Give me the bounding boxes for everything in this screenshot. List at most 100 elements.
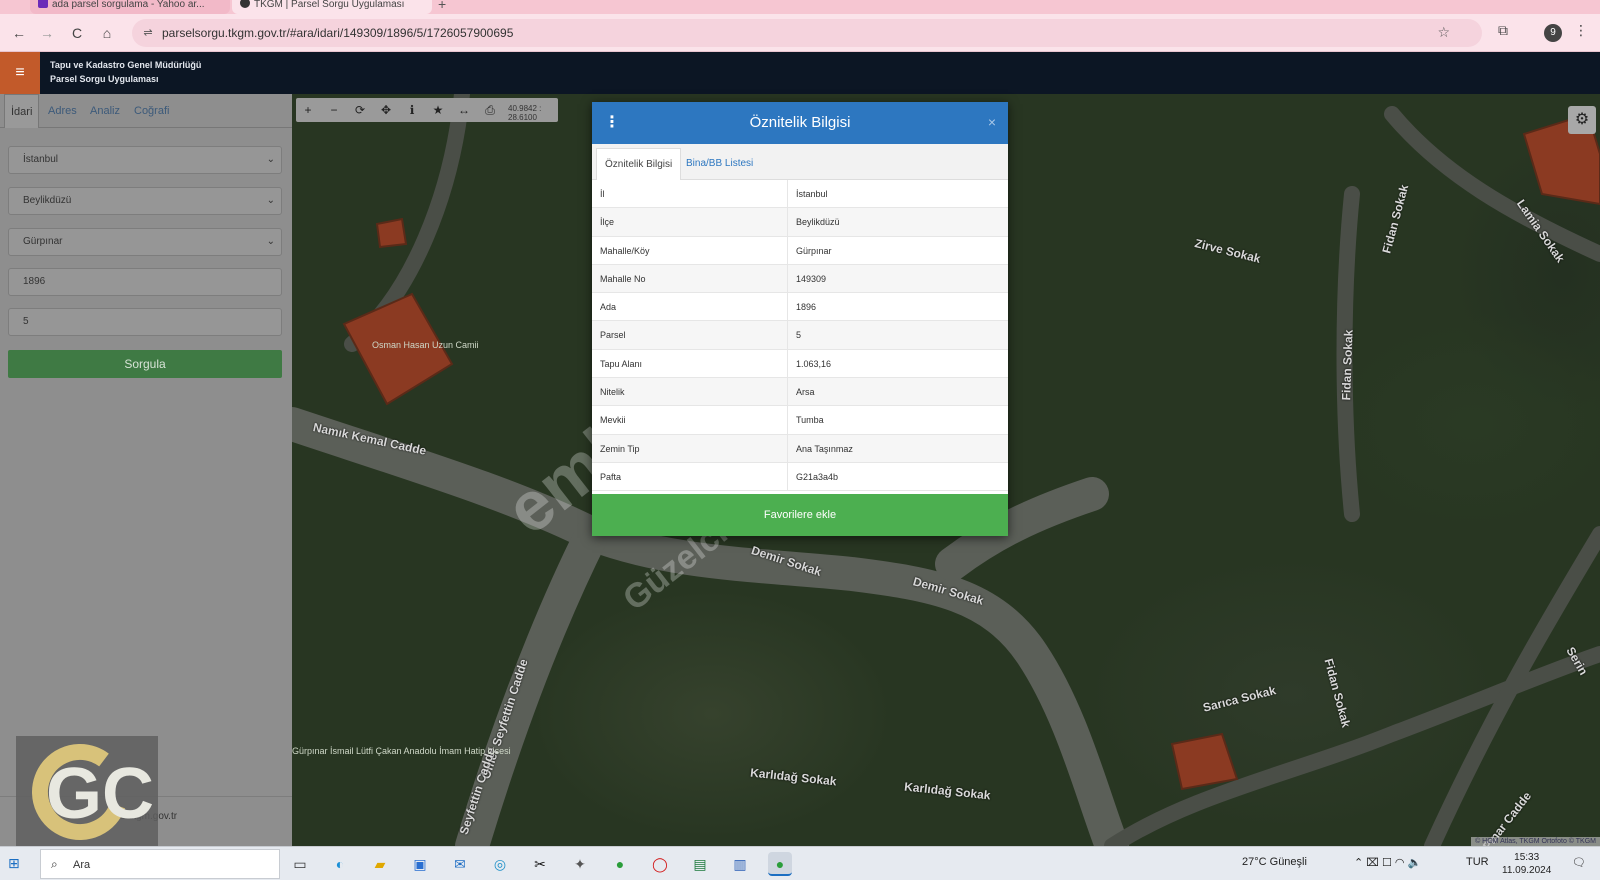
attr-value: 5	[796, 330, 802, 341]
locate-icon[interactable]: ✥	[374, 98, 398, 122]
close-icon[interactable]: ×	[988, 114, 996, 130]
attr-value: 1.063,16	[796, 358, 832, 369]
file-explorer-icon[interactable]: ▰	[368, 852, 392, 876]
refresh-icon[interactable]: ⟳	[348, 98, 372, 122]
measure-icon[interactable]: ↔	[452, 98, 476, 122]
tab-idari[interactable]: İdari	[4, 94, 40, 128]
ada-input[interactable]: 1896	[8, 268, 282, 296]
zoom-in-button[interactable]: +	[296, 98, 320, 122]
query-sidebar: İdari Adres Analiz Coğrafi İstanbul ⌄ Be…	[0, 94, 292, 846]
modal-title: Öznitelik Bilgisi	[749, 114, 851, 131]
browser-tab-tkgm[interactable]: TKGM | Parsel Sorgu Uygulaması	[232, 0, 432, 14]
word-icon[interactable]: ▥	[728, 852, 752, 876]
attr-value: Beylikdüzü	[796, 217, 840, 228]
edge-icon[interactable]: ◐	[328, 852, 352, 876]
weather-widget[interactable]: 27°C Güneşli	[1242, 856, 1307, 868]
sorgula-button[interactable]: Sorgula	[8, 350, 282, 378]
chrome-icon[interactable]: ●	[608, 852, 632, 876]
attr-value: 149309	[796, 273, 827, 284]
browser-tab-search[interactable]: ada parsel sorgulama - Yahoo ar...	[30, 0, 230, 14]
map-attribution: © HGM Atlas, TKGM Ortofoto © TKGM	[1471, 837, 1600, 846]
system-tray-icons[interactable]: ⌃ ⌧ ☐ ◠ 🔈	[1354, 856, 1421, 869]
ilce-select[interactable]: Beylikdüzü ⌄	[8, 187, 282, 215]
gc-logo: GC	[16, 736, 158, 860]
app-icon[interactable]: ✦	[568, 852, 592, 876]
attr-key: Tapu Alanı	[592, 349, 788, 378]
url-text[interactable]: parselsorgu.tkgm.gov.tr/#ara/idari/14930…	[162, 26, 513, 40]
chrome-active-icon[interactable]: ●	[768, 852, 792, 876]
attr-value: Tumba	[796, 415, 824, 426]
reload-button[interactable]: C	[66, 22, 88, 44]
gear-icon[interactable]: ⚙	[1568, 106, 1596, 134]
profile-avatar[interactable]: 9	[1544, 24, 1562, 42]
map-toolbar: + − ⟳ ✥ ℹ ★ ↔ ⎙ 40.9842 : 28.6100	[296, 98, 558, 122]
notifications-icon[interactable]: 🗨	[1572, 856, 1586, 869]
attr-value: Gürpınar	[796, 245, 832, 256]
new-tab-button[interactable]: +	[438, 0, 446, 12]
search-placeholder: Ara	[73, 859, 91, 871]
table-row: İl İstanbul	[592, 180, 1008, 209]
table-row: Mevkii Tumba	[592, 406, 1008, 435]
tab-oznitelik-bilgisi[interactable]: Öznitelik Bilgisi	[596, 148, 682, 180]
back-button[interactable]: ←	[8, 22, 30, 44]
add-to-favorites-button[interactable]: Favorilere ekle	[592, 494, 1008, 536]
browser-tab-label: TKGM | Parsel Sorgu Uygulaması	[254, 0, 405, 10]
mahalle-select-value: Gürpınar	[23, 236, 63, 247]
app-header: ≡ Tapu ve Kadastro Genel Müdürlüğü Parse…	[0, 52, 1600, 94]
windows-start-icon[interactable]: ⊞	[8, 855, 20, 872]
il-select[interactable]: İstanbul ⌄	[8, 146, 282, 174]
chevron-down-icon: ⌄	[266, 154, 275, 165]
excel-icon[interactable]: ▤	[688, 852, 712, 876]
attribute-info-modal: ⋮ Öznitelik Bilgisi × Öznitelik Bilgisi …	[592, 102, 1008, 536]
modal-tabs: Öznitelik Bilgisi Bina/BB Listesi	[592, 144, 1008, 180]
task-view-icon[interactable]: ▭	[288, 852, 312, 876]
extensions-icon[interactable]: ⧉	[1498, 22, 1508, 39]
input-language[interactable]: TUR	[1466, 856, 1489, 868]
tab-analiz[interactable]: Analiz	[84, 94, 126, 128]
print-icon[interactable]: ⎙	[478, 98, 502, 122]
search-icon: ⌕	[51, 857, 58, 871]
favorites-star-icon[interactable]: ★	[426, 98, 450, 122]
system-clock[interactable]: 15:33 11.09.2024	[1502, 851, 1551, 877]
mahalle-select[interactable]: Gürpınar ⌄	[8, 228, 282, 256]
tab-adres[interactable]: Adres	[42, 94, 83, 128]
attr-key: Parsel	[592, 321, 788, 349]
taskbar-search-input[interactable]: ⌕ Ara	[40, 849, 280, 879]
table-row: Tapu Alanı 1.063,16	[592, 349, 1008, 379]
tab-bina-bb-listesi[interactable]: Bina/BB Listesi	[678, 148, 761, 180]
mail-icon[interactable]: ✉	[448, 852, 472, 876]
yahoo-favicon-icon	[38, 0, 48, 8]
zoom-out-button[interactable]: −	[322, 98, 346, 122]
table-row: Ada 1896	[592, 293, 1008, 322]
attribute-table: İl İstanbul İlçe Beylikdüzü Mahalle/Köy Gür…	[592, 180, 1008, 492]
attr-key: Mevkii	[592, 406, 788, 434]
attr-key: Zemin Tip	[592, 434, 788, 462]
road-label: Fidan Sokak	[1339, 329, 1356, 401]
opera-icon[interactable]: ◯	[648, 852, 672, 876]
table-row: Mahalle No 149309	[592, 264, 1008, 294]
tab-cografi[interactable]: Coğrafi	[128, 94, 175, 128]
info-icon[interactable]: ℹ	[400, 98, 424, 122]
hamburger-menu-icon[interactable]: ≡	[0, 52, 40, 94]
table-row: Nitelik Arsa	[592, 378, 1008, 407]
bookmark-star-icon[interactable]: ☆	[1437, 24, 1450, 41]
address-bar[interactable]: ⇌ parselsorgu.tkgm.gov.tr/#ara/idari/149…	[132, 19, 1482, 47]
capcut-icon[interactable]: ✂	[528, 852, 552, 876]
parsel-input[interactable]: 5	[8, 308, 282, 336]
copilot-icon[interactable]: ◎	[488, 852, 512, 876]
attr-key: Mahalle No	[592, 264, 788, 293]
attr-value: İstanbul	[796, 189, 828, 199]
poi-school-label: Gürpınar İsmail Lütfi Çakan Anadolu İmam…	[292, 746, 511, 756]
site-settings-icon[interactable]: ⇌	[140, 25, 156, 41]
browser-tab-strip: ada parsel sorgulama - Yahoo ar... TKGM …	[0, 0, 1600, 14]
attr-value: Arsa	[796, 387, 815, 398]
forward-button[interactable]: →	[36, 22, 58, 44]
attr-key: Nitelik	[592, 378, 788, 406]
tkgm-favicon-icon	[240, 0, 250, 8]
table-row: İlçe Beylikdüzü	[592, 208, 1008, 237]
store-icon[interactable]: ▣	[408, 852, 432, 876]
attr-key: Ada	[592, 293, 788, 321]
browser-menu-icon[interactable]: ⋮	[1574, 22, 1588, 39]
home-button[interactable]: ⌂	[96, 22, 118, 44]
table-row: Mahalle/Köy Gürpınar	[592, 236, 1008, 265]
